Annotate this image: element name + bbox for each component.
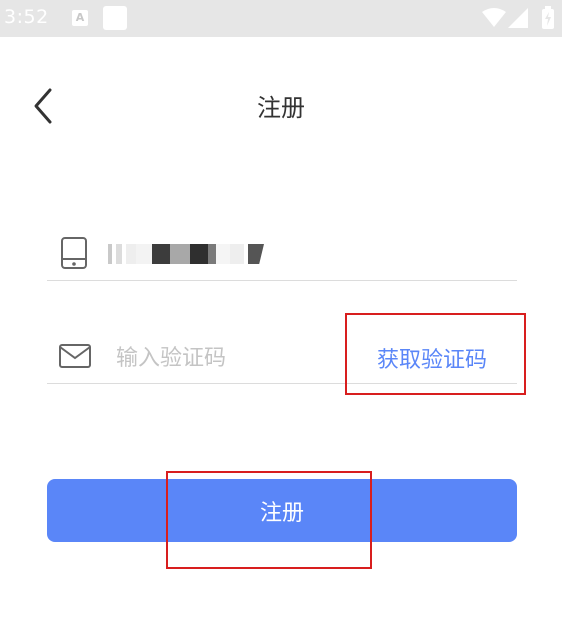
mail-icon (59, 344, 91, 368)
battery-icon (542, 6, 554, 29)
notification-a-icon: A (72, 10, 88, 26)
verification-code-input[interactable] (116, 338, 336, 378)
phone-icon (61, 237, 87, 269)
highlight-box-get-code (345, 313, 526, 395)
phone-divider (47, 280, 517, 281)
highlight-box-register (166, 471, 372, 569)
phone-number-value[interactable] (108, 244, 266, 264)
wifi-icon (482, 8, 506, 27)
notification-square-icon (103, 6, 127, 30)
status-time: 3:52 (4, 6, 49, 28)
page-title: 注册 (257, 94, 305, 122)
status-bar: 3:52 A (0, 0, 562, 37)
signal-icon (508, 8, 528, 28)
